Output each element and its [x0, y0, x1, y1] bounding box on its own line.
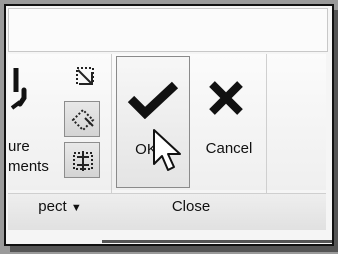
top-input-area[interactable] — [8, 8, 328, 52]
select-component-icon — [73, 151, 93, 171]
partial-label-line2: ments — [8, 158, 49, 175]
x-icon — [209, 81, 243, 115]
checkmark-icon — [127, 81, 179, 119]
select-region-icon — [71, 108, 95, 132]
close-group-label: Close — [171, 198, 211, 215]
select-region-button[interactable] — [64, 101, 100, 137]
select-component-button[interactable] — [64, 142, 100, 178]
partial-label-line1: ure — [8, 138, 30, 155]
bottom-shadow — [102, 240, 332, 243]
cancel-label: Cancel — [205, 140, 253, 157]
select-box-button[interactable] — [70, 62, 100, 92]
cancel-button[interactable]: Cancel — [194, 56, 264, 188]
inspect-group-label[interactable]: pect ▼ — [8, 198, 112, 215]
inspect-group-text: pect — [38, 198, 67, 215]
caret-down-icon: ▼ — [70, 202, 82, 214]
select-box-icon — [76, 67, 94, 85]
mouse-pointer-icon — [153, 129, 181, 171]
measure-elements-icon[interactable] — [10, 62, 50, 114]
